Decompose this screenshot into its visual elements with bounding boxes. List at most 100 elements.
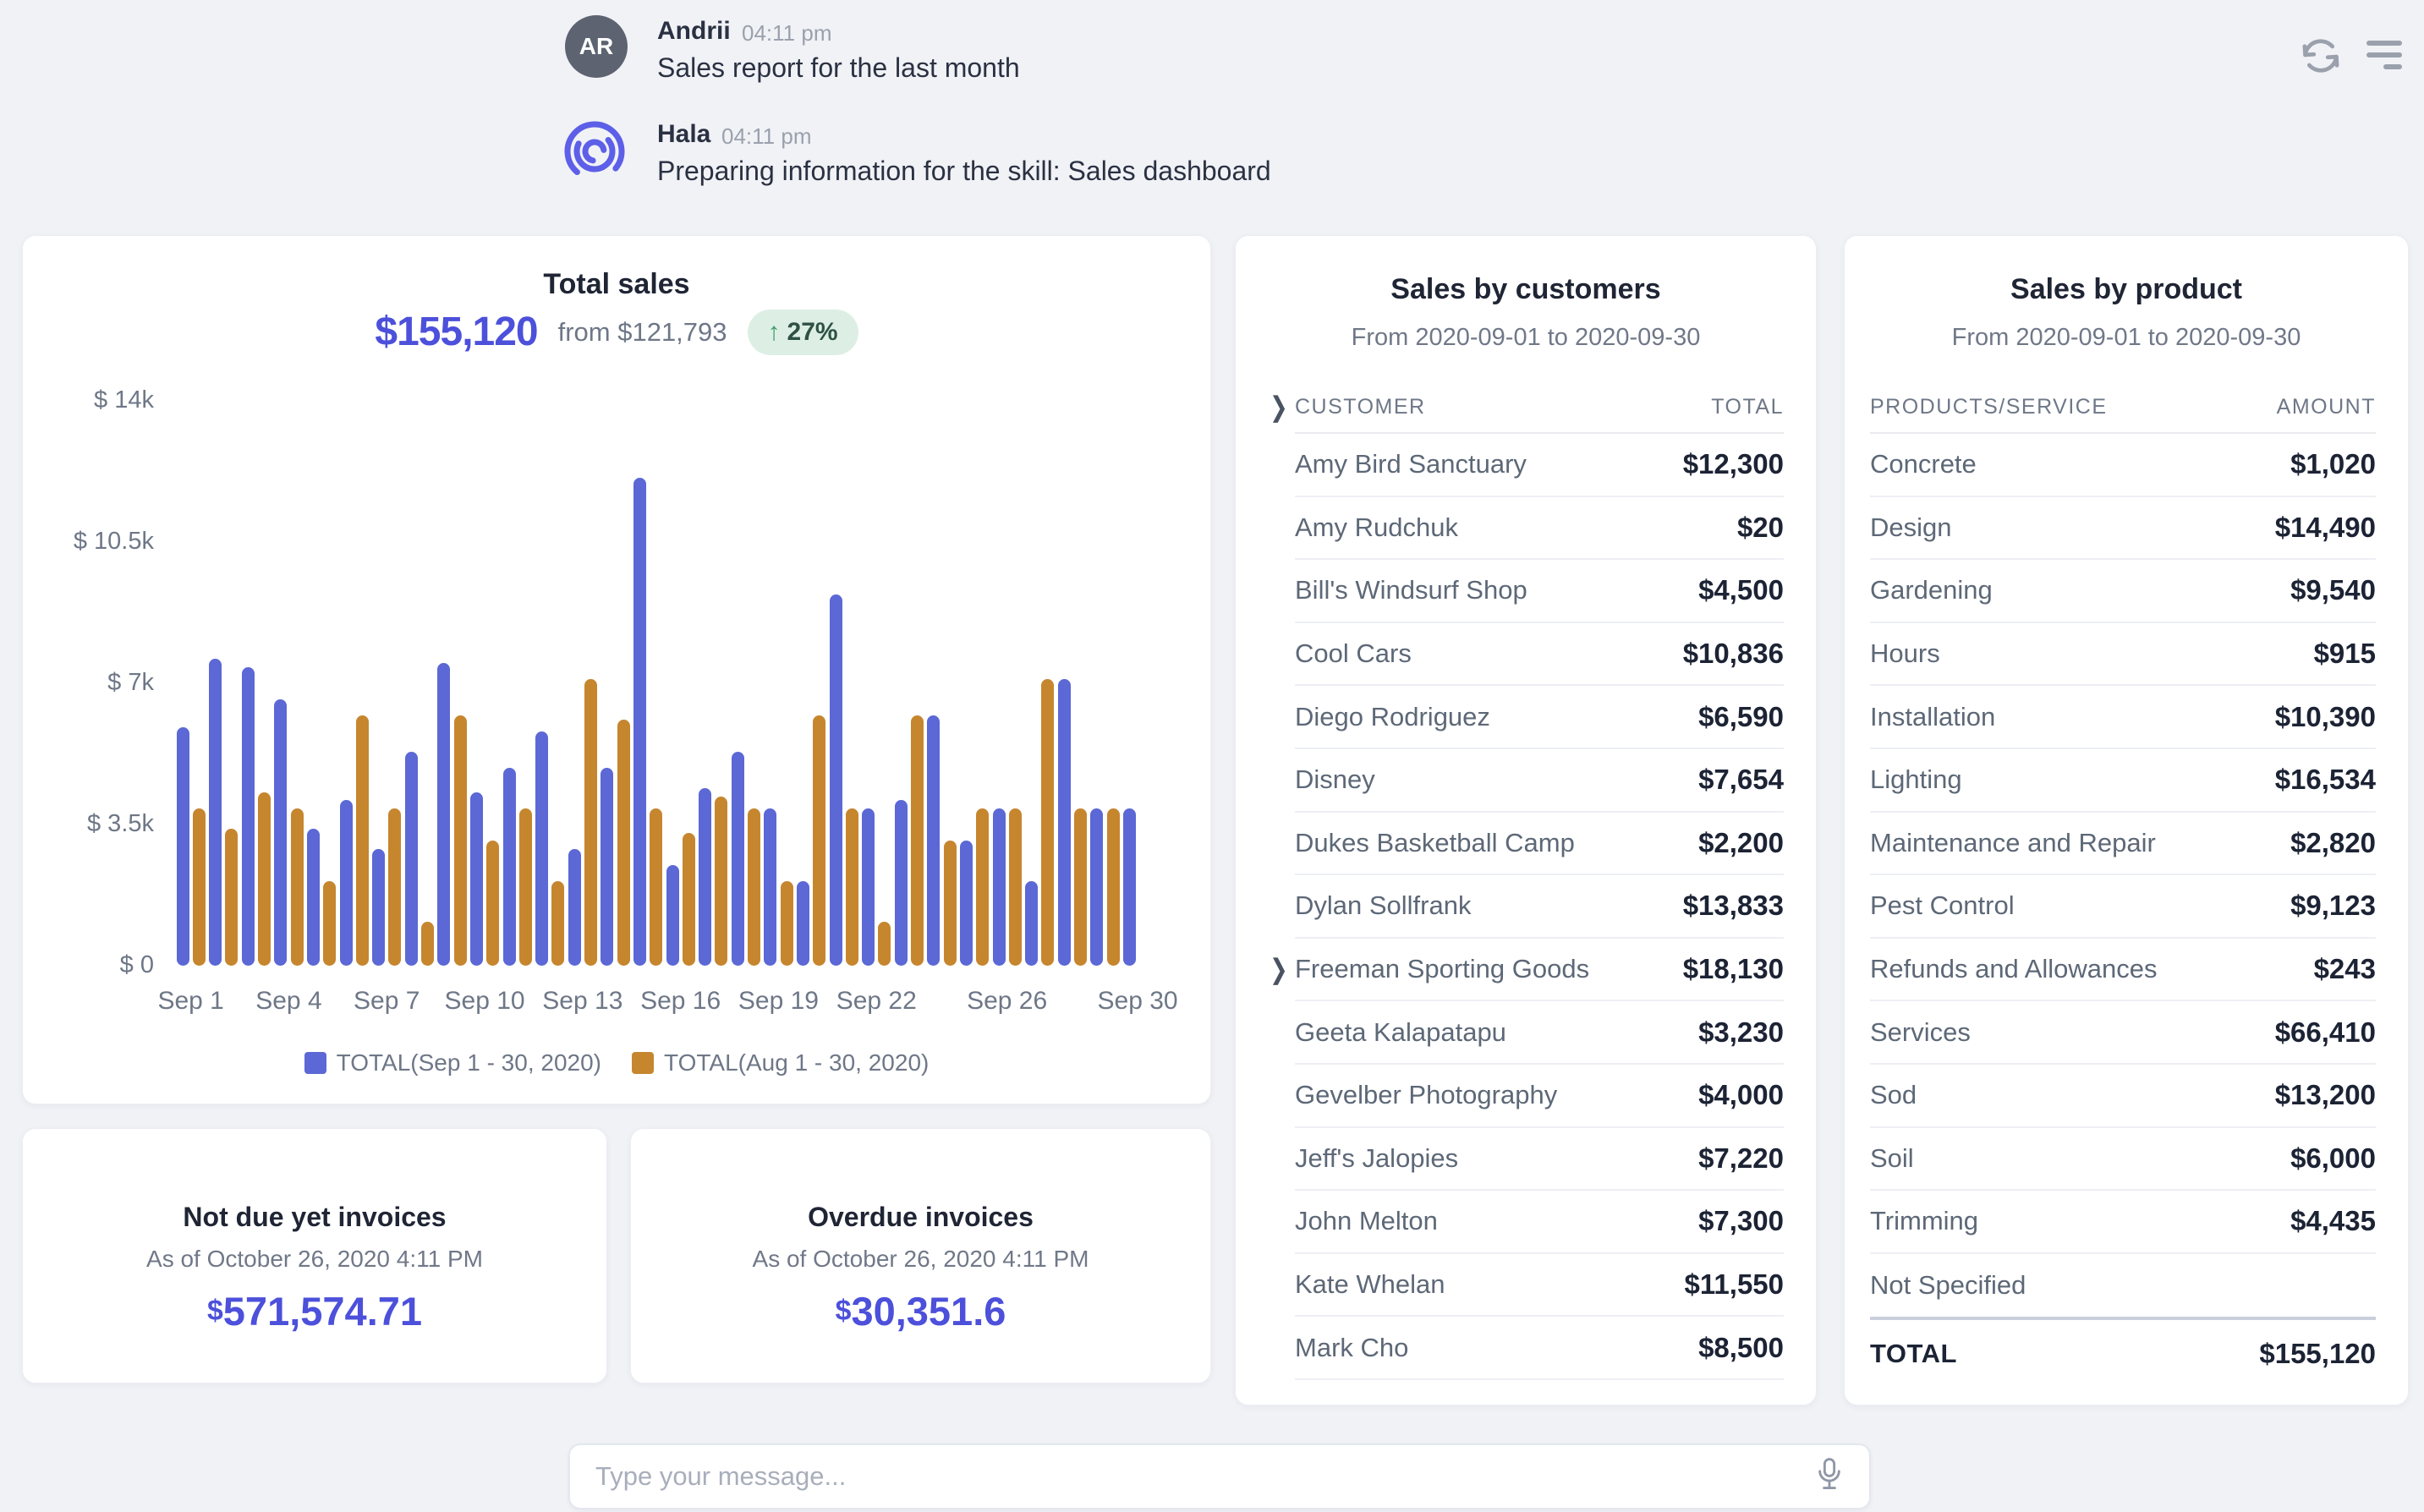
menu-icon[interactable] [2365, 39, 2404, 77]
product-row[interactable]: Services$66,410 [1870, 1001, 2376, 1065]
customer-row[interactable]: Diego Rodriguez$6,590 [1295, 686, 1784, 749]
bar-current-sep-13[interactable] [568, 849, 581, 966]
product-row[interactable]: Not Specified [1870, 1254, 2376, 1318]
bar-previous-sep-9[interactable] [454, 715, 467, 966]
bar-previous-sep-8[interactable] [421, 922, 434, 966]
bar-previous-sep-24[interactable] [944, 841, 957, 966]
customer-row[interactable]: Disney$7,654 [1295, 749, 1784, 813]
customer-row[interactable]: Cool Cars$10,836 [1295, 623, 1784, 687]
bar-previous-sep-22[interactable] [878, 922, 891, 966]
bar-previous-sep-10[interactable] [486, 841, 499, 966]
product-row[interactable]: Installation$10,390 [1870, 686, 2376, 749]
bar-previous-sep-17[interactable] [715, 797, 727, 966]
bar-previous-sep-5[interactable] [323, 881, 336, 966]
message-input[interactable] [595, 1461, 1815, 1492]
bar-current-sep-11[interactable] [503, 768, 516, 966]
bar-current-sep-5[interactable] [307, 829, 320, 966]
bar-previous-sep-29[interactable] [1107, 808, 1120, 966]
bar-previous-sep-3[interactable] [258, 792, 271, 966]
bar-previous-sep-6[interactable] [356, 715, 369, 966]
legend-item[interactable]: TOTAL(Aug 1 - 30, 2020) [632, 1049, 929, 1076]
bar-previous-sep-23[interactable] [911, 715, 924, 966]
product-row[interactable]: Gardening$9,540 [1870, 560, 2376, 623]
bar-current-sep-29[interactable] [1090, 808, 1103, 966]
customer-row[interactable]: Dukes Basketball Camp$2,200 [1295, 813, 1784, 876]
bar-previous-sep-18[interactable] [748, 808, 760, 966]
legend-item[interactable]: TOTAL(Sep 1 - 30, 2020) [304, 1049, 601, 1076]
bar-previous-sep-26[interactable] [1009, 808, 1022, 966]
customer-row[interactable]: Gevelber Photography$4,000 [1295, 1065, 1784, 1128]
bar-previous-sep-15[interactable] [650, 808, 662, 966]
bar-current-sep-1[interactable] [177, 727, 189, 966]
bar-previous-sep-4[interactable] [291, 808, 304, 966]
bar-previous-sep-14[interactable] [617, 720, 630, 966]
bar-current-sep-14[interactable] [601, 768, 613, 966]
chevron-right-icon[interactable]: ❯ [1270, 391, 1289, 424]
chevron-right-icon[interactable]: ❯ [1270, 953, 1288, 986]
customer-row[interactable]: Jeff's Jalopies$7,220 [1295, 1128, 1784, 1192]
bar-previous-sep-21[interactable] [846, 808, 858, 966]
bar-current-sep-26[interactable] [993, 808, 1006, 966]
product-row[interactable]: Hours$915 [1870, 623, 2376, 687]
bar-previous-sep-28[interactable] [1074, 808, 1087, 966]
product-row[interactable]: Refunds and Allowances$243 [1870, 939, 2376, 1002]
product-row[interactable]: Concrete$1,020 [1870, 434, 2376, 497]
bar-previous-sep-25[interactable] [976, 808, 989, 966]
bar-previous-sep-27[interactable] [1041, 679, 1054, 966]
refresh-icon[interactable] [2299, 34, 2343, 82]
product-row[interactable]: Design$14,490 [1870, 497, 2376, 561]
customer-total: $13,833 [1683, 890, 1784, 922]
bar-previous-sep-16[interactable] [683, 833, 695, 966]
bar-current-sep-16[interactable] [666, 865, 679, 966]
bar-current-sep-17[interactable] [699, 788, 711, 966]
bar-current-sep-21[interactable] [830, 594, 842, 966]
customer-row[interactable]: Amy Bird Sanctuary$12,300 [1295, 434, 1784, 497]
bar-current-sep-22[interactable] [862, 808, 875, 966]
bar-current-sep-25[interactable] [960, 841, 973, 966]
bar-current-sep-20[interactable] [797, 881, 809, 966]
bar-previous-sep-19[interactable] [781, 881, 793, 966]
bar-previous-sep-11[interactable] [519, 808, 532, 966]
customer-row[interactable]: Mark Cho$8,500 [1295, 1317, 1784, 1380]
customer-row[interactable]: Dylan Sollfrank$13,833 [1295, 875, 1784, 939]
customer-name: Diego Rodriguez [1295, 702, 1490, 732]
bar-current-sep-15[interactable] [633, 478, 646, 966]
product-row[interactable]: Lighting$16,534 [1870, 749, 2376, 813]
bar-current-sep-18[interactable] [732, 752, 744, 966]
bar-previous-sep-20[interactable] [813, 715, 825, 966]
customer-row[interactable]: ❯Freeman Sporting Goods$18,130 [1295, 939, 1784, 1002]
bar-previous-sep-12[interactable] [551, 881, 564, 966]
customer-row[interactable]: Amy Rudchuk$20 [1295, 497, 1784, 561]
product-row[interactable]: Sod$13,200 [1870, 1065, 2376, 1128]
bar-current-sep-9[interactable] [437, 663, 450, 966]
bar-current-sep-4[interactable] [274, 699, 287, 966]
bar-current-sep-8[interactable] [405, 752, 418, 966]
customer-row[interactable]: Kate Whelan$11,550 [1295, 1254, 1784, 1318]
product-row[interactable]: Trimming$4,435 [1870, 1191, 2376, 1254]
product-row[interactable]: Soil$6,000 [1870, 1128, 2376, 1192]
customer-row[interactable]: Bill's Windsurf Shop$4,500 [1295, 560, 1784, 623]
bar-current-sep-10[interactable] [470, 792, 483, 966]
bar-previous-sep-2[interactable] [225, 829, 238, 966]
product-row[interactable]: Maintenance and Repair$2,820 [1870, 813, 2376, 876]
bar-current-sep-19[interactable] [764, 808, 776, 966]
customer-row[interactable]: Geeta Kalapatapu$3,230 [1295, 1001, 1784, 1065]
bar-current-sep-30[interactable] [1123, 808, 1136, 966]
bar-current-sep-24[interactable] [927, 715, 940, 966]
bar-current-sep-23[interactable] [895, 800, 908, 966]
product-row[interactable]: Pest Control$9,123 [1870, 875, 2376, 939]
microphone-icon[interactable] [1815, 1456, 1844, 1498]
bar-current-sep-2[interactable] [209, 659, 222, 966]
customer-row[interactable]: John Melton$7,300 [1295, 1191, 1784, 1254]
product-amount: $915 [2314, 638, 2376, 670]
y-axis-tick: $ 10.5k [40, 528, 154, 556]
bar-previous-sep-1[interactable] [193, 808, 206, 966]
bar-current-sep-28[interactable] [1058, 679, 1071, 966]
bar-current-sep-27[interactable] [1025, 881, 1038, 966]
bar-current-sep-3[interactable] [242, 667, 255, 966]
bar-current-sep-7[interactable] [372, 849, 385, 966]
bar-previous-sep-7[interactable] [388, 808, 401, 966]
bar-previous-sep-13[interactable] [584, 679, 597, 966]
bar-current-sep-6[interactable] [340, 800, 353, 966]
bar-current-sep-12[interactable] [535, 731, 548, 966]
